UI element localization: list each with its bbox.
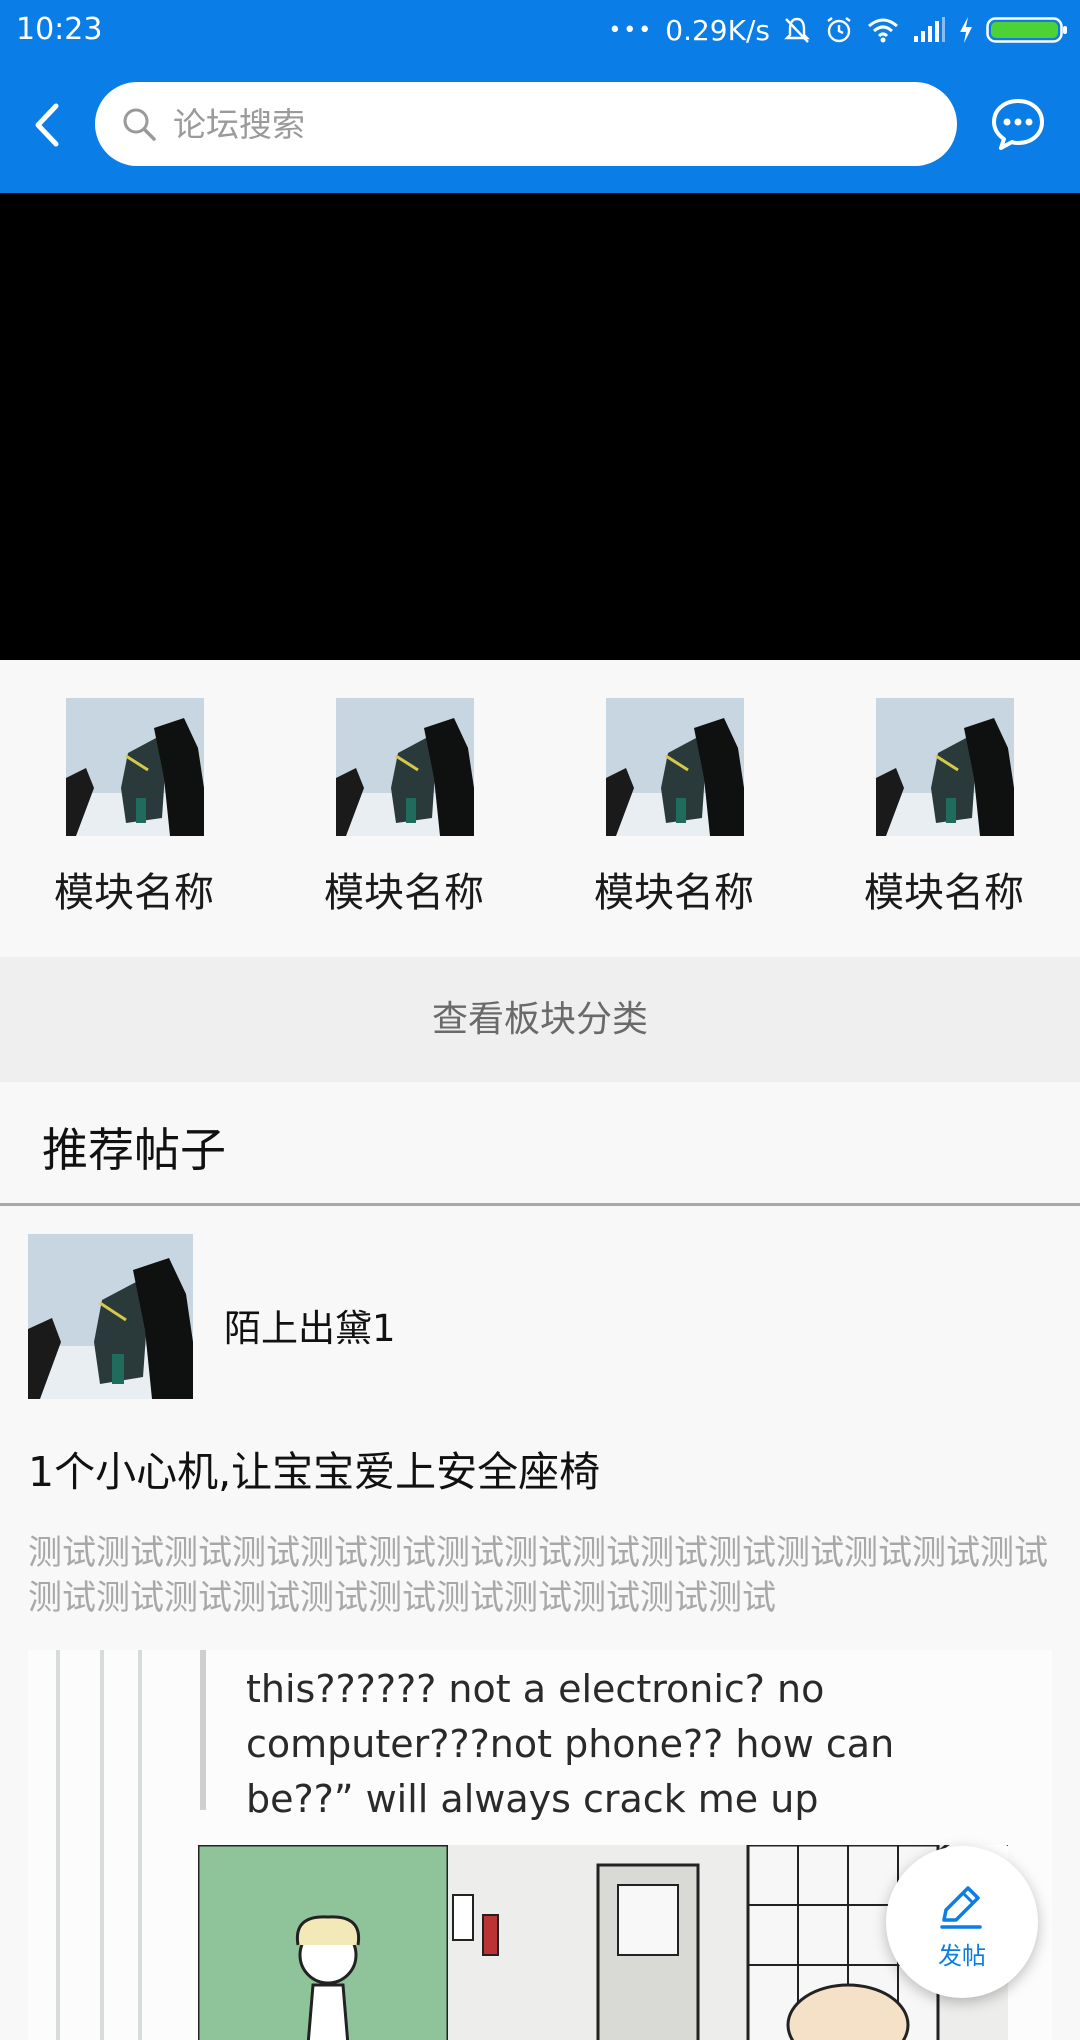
module-item[interactable]: 模块名称 <box>304 698 504 928</box>
new-post-label: 发帖 <box>938 1942 986 1970</box>
module-item[interactable]: 模块名称 <box>844 698 1044 928</box>
status-bar: 10:23 ••• 0.29K/s <box>0 0 1080 60</box>
module-label: 模块名称 <box>864 870 1024 916</box>
image-caption-line: this?????? not a electronic? no <box>246 1667 825 1711</box>
signal-icon <box>914 17 945 42</box>
module-thumbnail <box>66 698 204 836</box>
message-icon[interactable] <box>990 96 1046 152</box>
module-thumbnail <box>336 698 474 836</box>
tumblr-lines <box>56 1650 142 2040</box>
mute-icon <box>784 17 810 43</box>
avatar[interactable] <box>28 1234 193 1399</box>
status-icons: ••• 0.29K/s <box>608 10 1068 50</box>
edit-icon <box>940 1886 982 1929</box>
image-caption: this?????? not a electronic? no computer… <box>246 1662 894 1827</box>
charging-icon <box>960 17 972 43</box>
module-grid: 模块名称 模块名称 模块名称 模块名称 <box>0 660 1080 957</box>
more-notifications-icon: ••• <box>608 17 654 43</box>
post-image[interactable]: this?????? not a electronic? no computer… <box>28 1650 1052 2040</box>
back-icon[interactable] <box>28 100 68 150</box>
post-title[interactable]: 1个小心机,让宝宝爱上安全座椅 <box>28 1438 600 1498</box>
search-box[interactable] <box>95 82 957 166</box>
image-caption-line: be??” will always crack me up <box>246 1777 819 1821</box>
quote-bar <box>200 1650 206 1810</box>
section-header: 推荐帖子 <box>0 1082 1080 1206</box>
post-excerpt: 测试测试测试测试测试测试测试测试测试测试测试测试测试测试测试测试测试测试测试测试… <box>28 1533 1048 1618</box>
header <box>0 60 1080 193</box>
view-categories-button[interactable]: 查看板块分类 <box>0 957 1080 1082</box>
module-label: 模块名称 <box>594 870 754 916</box>
battery-icon <box>986 17 1067 43</box>
alarm-icon <box>827 17 851 43</box>
network-speed: 0.29K/s <box>665 13 770 47</box>
module-label: 模块名称 <box>54 870 214 916</box>
module-thumbnail <box>876 698 1014 836</box>
module-item[interactable]: 模块名称 <box>34 698 234 928</box>
search-icon <box>123 108 156 141</box>
new-post-button[interactable]: 发帖 <box>886 1846 1038 1998</box>
banner-carousel[interactable] <box>0 193 1080 660</box>
section-title: 推荐帖子 <box>42 1123 226 1177</box>
wifi-icon <box>868 18 898 43</box>
module-item[interactable]: 模块名称 <box>574 698 774 928</box>
module-label: 模块名称 <box>324 870 484 916</box>
status-time: 10:23 <box>16 12 103 47</box>
search-input[interactable] <box>173 82 933 166</box>
author-name[interactable]: 陌上出黛1 <box>224 1298 396 1352</box>
image-caption-line: computer???not phone?? how can <box>246 1722 895 1766</box>
module-thumbnail <box>606 698 744 836</box>
